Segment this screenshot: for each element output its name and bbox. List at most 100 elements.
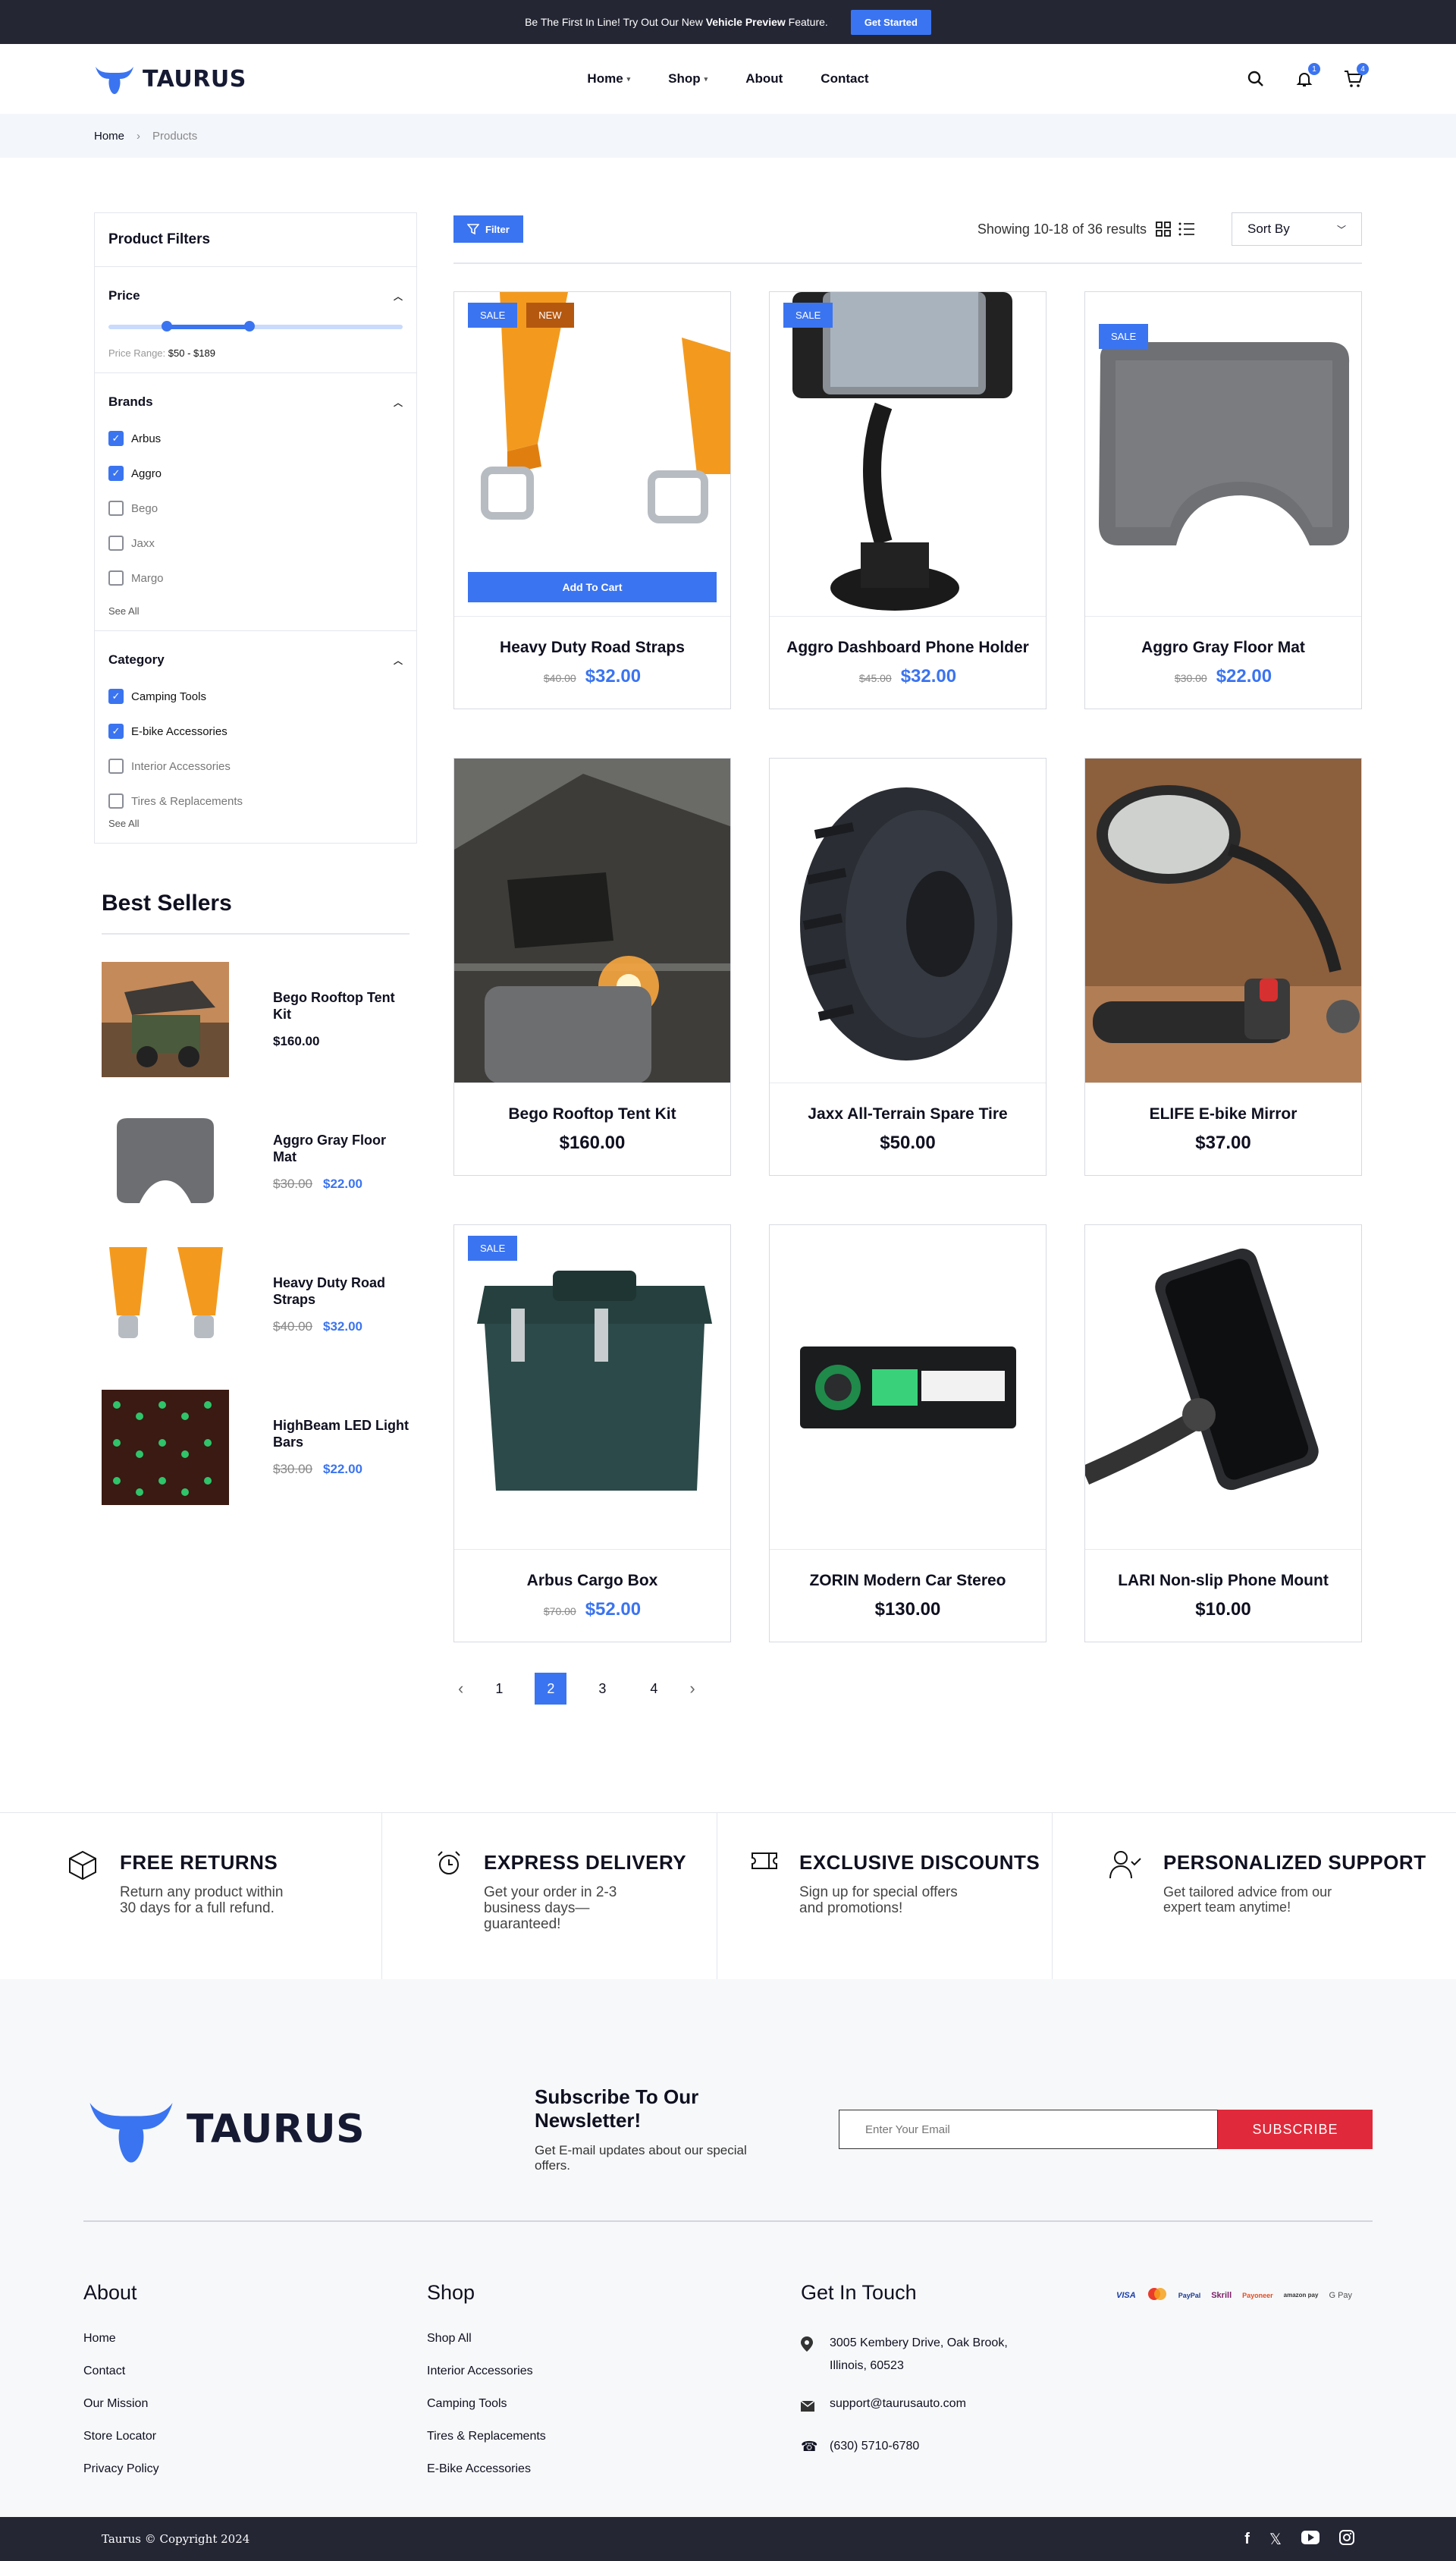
brand-checkbox-jaxx[interactable]: Jaxx: [108, 536, 403, 551]
funnel-icon: [467, 224, 479, 235]
category-checkbox-tires-replacements[interactable]: Tires & Replacements: [108, 793, 403, 809]
main-nav: Home ▾ Shop ▾ About Contact: [587, 71, 868, 86]
footer-link[interactable]: Home: [83, 2332, 427, 2346]
best-seller-item[interactable]: Aggro Gray Floor Mat $30.00 $22.00: [102, 1105, 410, 1220]
get-started-button[interactable]: Get Started: [850, 9, 931, 35]
category-see-all-link[interactable]: See All: [108, 818, 403, 829]
sort-dropdown[interactable]: Sort By ﹀: [1232, 212, 1362, 246]
footer-logo[interactable]: TAURUS: [83, 2093, 365, 2166]
nav-home[interactable]: Home ▾: [587, 71, 630, 86]
product-card[interactable]: SALE Aggro Dashboard Phone Holder $45.00…: [769, 291, 1046, 709]
footer-link[interactable]: Camping Tools: [427, 2397, 801, 2411]
brand-checkbox-arbus[interactable]: ✓ Arbus: [108, 431, 403, 446]
subscribe-button[interactable]: SUBSCRIBE: [1218, 2110, 1373, 2149]
footer-link[interactable]: Our Mission: [83, 2397, 427, 2411]
new-badge: NEW: [526, 303, 574, 328]
results-summary: Showing 10-18 of 36 results: [977, 222, 1195, 237]
tire-image: [770, 759, 1046, 1083]
product-card[interactable]: SALE Arbus Cargo Box $70.00 $52.00: [453, 1224, 731, 1642]
notification-badge: 1: [1308, 63, 1320, 75]
category-checkbox-camping-tools[interactable]: ✓ Camping Tools: [108, 689, 403, 704]
category-checkbox-interior-accessories[interactable]: Interior Accessories: [108, 759, 403, 774]
price-max-handle[interactable]: [244, 321, 255, 332]
footer-link[interactable]: Privacy Policy: [83, 2462, 427, 2476]
listing-toolbar: Filter Showing 10-18 of 36 results Sort …: [453, 212, 1362, 264]
best-seller-item[interactable]: Heavy Duty Road Straps $40.00 $32.00: [102, 1247, 410, 1362]
nav-about[interactable]: About: [745, 71, 783, 86]
best-seller-item[interactable]: Bego Rooftop Tent Kit $160.00: [102, 962, 410, 1077]
list-view-icon[interactable]: [1178, 222, 1195, 237]
best-seller-item[interactable]: HighBeam LED Light Bars $30.00 $22.00: [102, 1390, 410, 1505]
footer-link[interactable]: E-Bike Accessories: [427, 2462, 801, 2476]
ticket-icon: [752, 1852, 777, 1869]
product-card[interactable]: Bego Rooftop Tent Kit $160.00: [453, 758, 731, 1176]
cart-icon[interactable]: 4: [1344, 63, 1369, 88]
grid-view-icon[interactable]: [1156, 222, 1171, 237]
add-to-cart-button[interactable]: Add To Cart: [468, 572, 717, 602]
contact-phone[interactable]: ☎ (630) 5710-6780: [801, 2435, 1116, 2458]
breadcrumb-home[interactable]: Home: [94, 130, 124, 143]
price-filter-header[interactable]: Price ︿: [108, 288, 403, 303]
facebook-icon[interactable]: f: [1244, 2531, 1250, 2548]
brands-filter: Brands ︿ ✓ Arbus ✓ Aggro Bego Jaxx Margo Se…: [95, 373, 416, 631]
youtube-icon[interactable]: [1301, 2531, 1320, 2547]
chevron-up-icon: ︿: [393, 397, 403, 408]
footer-link[interactable]: Shop All: [427, 2332, 801, 2346]
feature-personalized-support: PERSONALIZED SUPPORT Get tailored advice …: [1053, 1813, 1456, 1979]
map-pin-icon: [801, 2332, 816, 2377]
category-checkbox-e-bike-accessories[interactable]: ✓ E-bike Accessories: [108, 724, 403, 739]
page-4[interactable]: 4: [638, 1673, 670, 1705]
brands-filter-header[interactable]: Brands ︿: [108, 394, 403, 410]
user-check-icon: [1109, 1851, 1141, 1879]
page-3[interactable]: 3: [586, 1673, 618, 1705]
price-slider[interactable]: [108, 321, 403, 332]
footer-shop-title: Shop: [427, 2281, 475, 2304]
product-card[interactable]: SALE Aggro Gray Floor Mat $30.00 $22.00: [1084, 291, 1362, 709]
price-filter: Price ︿ Price Range: $50 - $189: [95, 267, 416, 373]
email-input[interactable]: [839, 2110, 1218, 2149]
chevron-down-icon: ﹀: [1336, 224, 1346, 235]
footer-link[interactable]: Tires & Replacements: [427, 2430, 801, 2443]
category-filter-header[interactable]: Category ︿: [108, 652, 403, 668]
best-seller-name: Aggro Gray Floor Mat: [273, 1133, 387, 1164]
best-seller-name: HighBeam LED Light Bars: [273, 1418, 409, 1450]
brand-checkbox-aggro[interactable]: ✓ Aggro: [108, 466, 403, 481]
footer-link[interactable]: Contact: [83, 2365, 427, 2378]
filter-button[interactable]: Filter: [453, 215, 523, 243]
product-card[interactable]: Jaxx All-Terrain Spare Tire $50.00: [769, 758, 1046, 1176]
chevron-left-icon[interactable]: ‹: [458, 1679, 463, 1698]
product-card[interactable]: ELIFE E-bike Mirror $37.00: [1084, 758, 1362, 1176]
chevron-up-icon: ︿: [393, 291, 403, 302]
checkbox-icon: [108, 536, 124, 551]
chevron-down-icon: ▾: [626, 74, 631, 83]
feature-exclusive-discounts: EXCLUSIVE DISCOUNTS Sign up for special o…: [717, 1813, 1053, 1979]
chevron-up-icon: ︿: [393, 655, 403, 666]
nav-contact[interactable]: Contact: [821, 71, 868, 86]
brands-see-all-link[interactable]: See All: [108, 605, 403, 617]
logo[interactable]: TAURUS: [94, 62, 246, 96]
footer-link[interactable]: Store Locator: [83, 2430, 427, 2443]
nav-shop[interactable]: Shop ▾: [668, 71, 708, 86]
instagram-icon[interactable]: [1339, 2530, 1354, 2548]
search-icon[interactable]: [1247, 70, 1265, 88]
category-filter: Category ︿ ✓ Camping Tools ✓ E-bike Accesso…: [95, 631, 416, 843]
product-card[interactable]: LARI Non-slip Phone Mount $10.00: [1084, 1224, 1362, 1642]
product-listing: Filter Showing 10-18 of 36 results Sort …: [453, 212, 1362, 1705]
chevron-right-icon[interactable]: ›: [689, 1679, 695, 1698]
bell-icon[interactable]: 1: [1295, 63, 1320, 88]
payoneer-icon: Payoneer: [1242, 2291, 1273, 2299]
product-price: $10.00: [1195, 1598, 1251, 1620]
checkbox-icon: [108, 793, 124, 809]
x-icon[interactable]: 𝕏: [1269, 2530, 1282, 2549]
brand-checkbox-bego[interactable]: Bego: [108, 501, 403, 516]
price-min-handle[interactable]: [162, 321, 172, 332]
phone-mount-image: [1085, 1225, 1361, 1550]
product-card[interactable]: SALE NEW Add To Cart Heavy Duty Road Str…: [453, 291, 731, 709]
page-2[interactable]: 2: [535, 1673, 567, 1705]
newsletter: Subscribe To Our Newsletter! Get E-mail …: [535, 2085, 783, 2173]
footer-link[interactable]: Interior Accessories: [427, 2365, 801, 2378]
brand-checkbox-margo[interactable]: Margo: [108, 570, 403, 586]
contact-email[interactable]: support@taurusauto.com: [800, 2393, 1116, 2420]
product-card[interactable]: ZORIN Modern Car Stereo $130.00: [769, 1224, 1046, 1642]
page-1[interactable]: 1: [483, 1673, 515, 1705]
